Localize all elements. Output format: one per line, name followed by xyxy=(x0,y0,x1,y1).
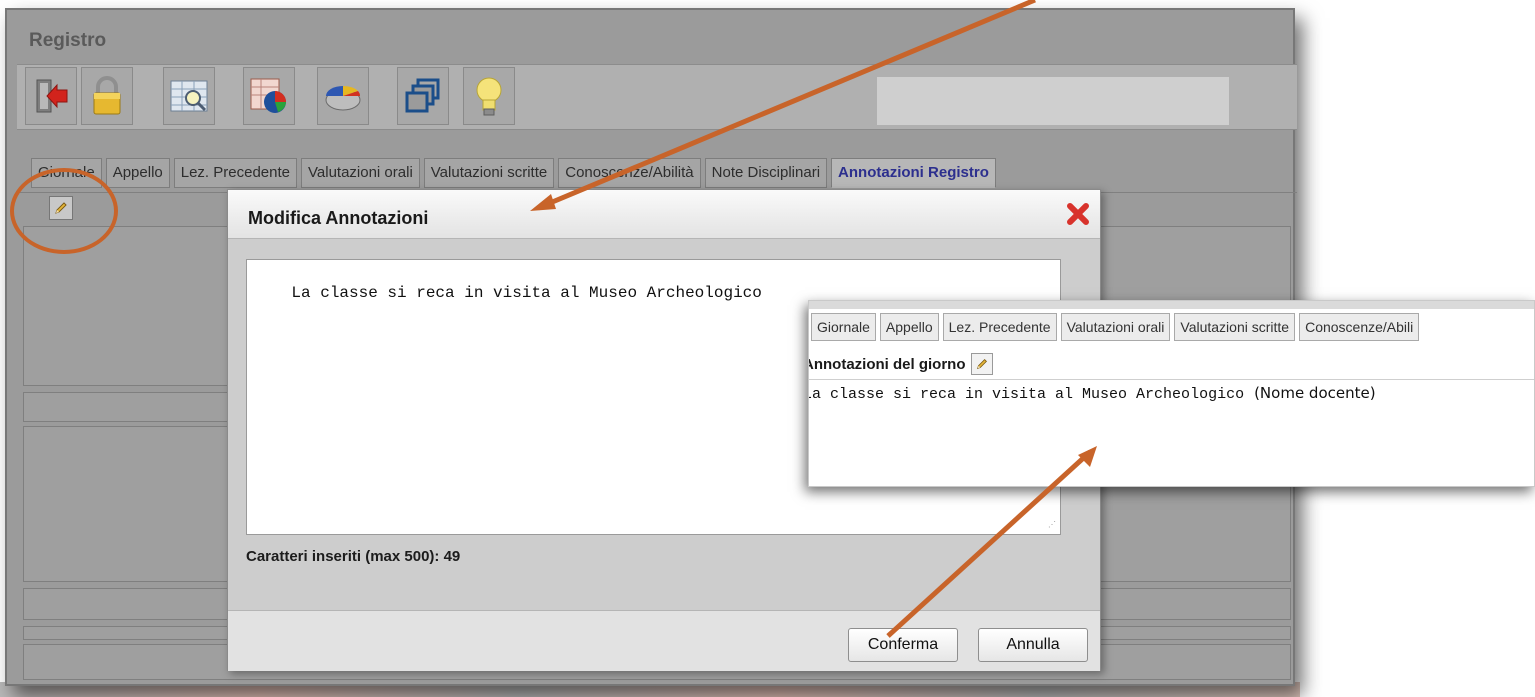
spreadsheet-chart-icon xyxy=(250,78,286,113)
inset-topbar xyxy=(809,301,1534,309)
exit-door-icon xyxy=(36,79,68,113)
tab-valutazioni-orali[interactable]: Valutazioni orali xyxy=(301,158,420,188)
inset-tab-valutazioni-orali[interactable]: Valutazioni orali xyxy=(1060,313,1171,341)
tab-valutazioni-scritte[interactable]: Valutazioni scritte xyxy=(423,158,555,188)
inset-tab-valutazioni-scritte[interactable]: Valutazioni scritte xyxy=(1174,313,1296,341)
tab-appello[interactable]: Appello xyxy=(105,158,170,188)
tab-lez-precedente[interactable]: Lez. Precedente xyxy=(173,158,297,188)
inset-tab-conoscenze-abilita[interactable]: Conoscenze/Abili xyxy=(1299,313,1420,341)
pencil-icon xyxy=(977,359,988,370)
toolbar xyxy=(17,64,1297,130)
tab-note-disciplinari[interactable]: Note Disciplinari xyxy=(704,158,828,188)
cancel-button[interactable]: Annulla xyxy=(978,628,1088,662)
highlight-circle xyxy=(10,168,118,254)
preview-inset: Giornale Appello Lez. Precedente Valutaz… xyxy=(808,300,1535,487)
tab-bar: Giornale Appello Lez. Precedente Valutaz… xyxy=(31,152,1000,192)
annotation-text: La classe si reca in visita al Museo Arc… xyxy=(291,284,762,302)
inset-tab-giornale[interactable]: Giornale xyxy=(811,313,876,341)
dialog-header: Modifica Annotazioni xyxy=(228,190,1100,239)
tab-conoscenze-abilita[interactable]: Conoscenze/Abilità xyxy=(558,158,701,188)
annotazioni-heading: Annotazioni del giorno xyxy=(808,355,966,373)
table-magnifier-icon xyxy=(170,80,208,112)
inset-divider xyxy=(809,379,1534,380)
windows-button[interactable] xyxy=(397,67,449,125)
inset-edit-button[interactable] xyxy=(971,353,994,375)
padlock-icon xyxy=(93,76,121,115)
inset-tab-lez-precedente[interactable]: Lez. Precedente xyxy=(942,313,1057,341)
inset-note-author: (Nome docente) xyxy=(1254,384,1376,402)
resize-grip[interactable]: ⋰ xyxy=(1048,522,1056,530)
char-count: Caratteri inseriti (max 500): 49 xyxy=(246,548,461,565)
inset-note-text: La classe si reca in visita al Museo Arc… xyxy=(808,386,1245,403)
pie-chart-button[interactable] xyxy=(317,67,369,125)
lightbulb-icon xyxy=(476,77,502,116)
table-view-button[interactable] xyxy=(163,67,215,125)
inset-tab-bar: Giornale Appello Lez. Precedente Valutaz… xyxy=(811,313,1423,341)
confirm-button[interactable]: Conferma xyxy=(848,628,958,662)
close-icon[interactable] xyxy=(1064,200,1092,228)
stacked-windows-icon xyxy=(405,78,440,113)
toolbar-info-panel xyxy=(877,77,1229,125)
lock-button[interactable] xyxy=(81,67,133,125)
inset-note-row: La classe si reca in visita al Museo Arc… xyxy=(808,384,1376,403)
dialog-title: Modifica Annotazioni xyxy=(248,208,429,228)
pie-chart-icon xyxy=(325,85,361,111)
help-button[interactable] xyxy=(463,67,515,125)
spreadsheet-chart-button[interactable] xyxy=(243,67,295,125)
exit-button[interactable] xyxy=(25,67,77,125)
inset-heading: Annotazioni del giorno xyxy=(808,353,994,375)
inset-tab-appello[interactable]: Appello xyxy=(879,313,939,341)
window-title: Registro xyxy=(29,30,107,51)
dialog-footer: Conferma Annulla xyxy=(228,610,1100,671)
tab-annotazioni-registro[interactable]: Annotazioni Registro xyxy=(831,158,996,188)
